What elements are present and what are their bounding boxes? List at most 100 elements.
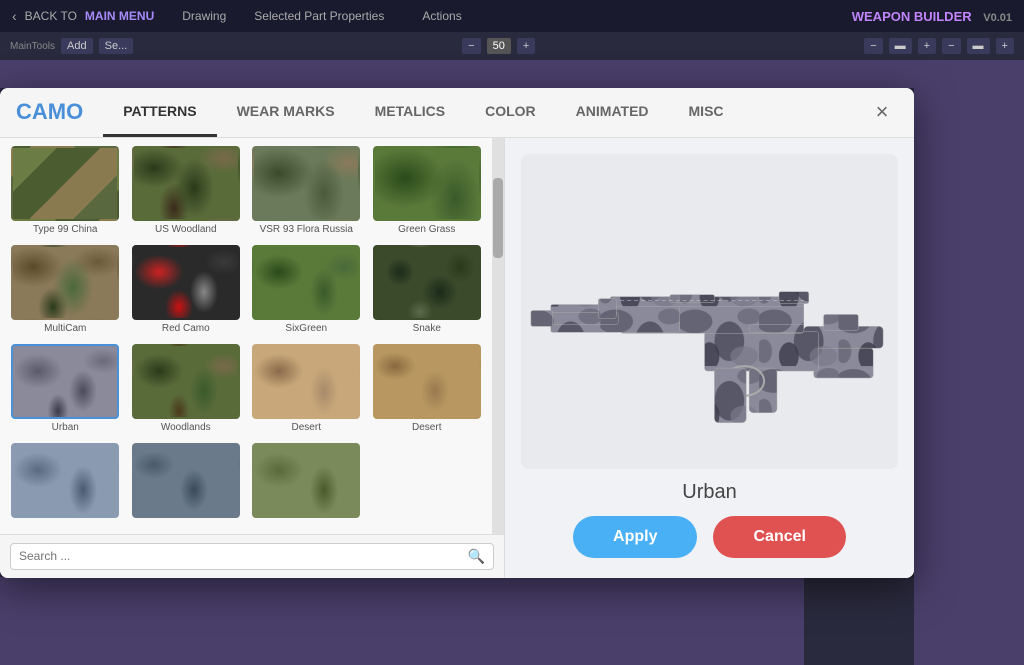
drawing-controls: − 50 + (462, 38, 535, 54)
properties-controls: − ▬ + − ▬ + (864, 38, 1014, 54)
pattern-item-woodlands[interactable]: Woodlands (129, 344, 244, 437)
main-tools-label: MainTools (10, 41, 55, 52)
modal-body: Type 99 China US Woodland VSR 93 Flora Rus… (0, 138, 914, 578)
pattern-item-greengrass[interactable]: Green Grass (370, 146, 485, 239)
pattern-item-desert2[interactable]: Desert (370, 344, 485, 437)
modal-overlay: CAMO PATTERNSWEAR MARKSMETALICSCOLORANIM… (0, 88, 914, 577)
pattern-thumb-sixgreen (252, 245, 360, 320)
pattern-item-sixgreen[interactable]: SixGreen (249, 245, 364, 338)
props-btn1[interactable]: ▬ (889, 38, 912, 54)
patterns-scroll: Type 99 China US Woodland VSR 93 Flora Rus… (0, 138, 504, 534)
pattern-item-snake[interactable]: Snake (370, 245, 485, 338)
top-bar: ‹ BACK TO MAIN MENU Drawing Selected Par… (0, 0, 1024, 32)
pattern-item-vsr93[interactable]: VSR 93 Flora Russia (249, 146, 364, 239)
pattern-label-desert2: Desert (412, 422, 441, 433)
pattern-thumb-snake (373, 245, 481, 320)
pattern-thumb-type99 (11, 146, 119, 221)
search-bar: 🔍 (0, 534, 504, 578)
props-plus2-btn[interactable]: + (996, 38, 1014, 54)
pattern-thumb-vsr93 (252, 146, 360, 221)
pattern-thumb-greengrass (373, 146, 481, 221)
top-bar-right: WEAPON BUILDER V0.01 (852, 9, 1012, 24)
top-bar-left: ‹ BACK TO MAIN MENU Drawing Selected Par… (12, 8, 492, 24)
apply-button[interactable]: Apply (573, 516, 697, 558)
pattern-item-type99[interactable]: Type 99 China (8, 146, 123, 239)
drawing-section: Drawing (182, 9, 226, 23)
tab-patterns[interactable]: PATTERNS (103, 88, 216, 137)
props-minus-btn[interactable]: − (864, 38, 882, 54)
main-tools-section: MainTools Add Se... (10, 38, 133, 54)
selected-part-label: Selected Part Properties (254, 9, 384, 23)
main-menu-link[interactable]: MAIN MENU (85, 9, 154, 23)
patterns-panel: Type 99 China US Woodland VSR 93 Flora Rus… (0, 138, 505, 578)
pattern-label-greengrass: Green Grass (398, 224, 455, 235)
drawing-label: Drawing (182, 9, 226, 23)
weapon-svg (521, 154, 898, 469)
scrollbar-thumb[interactable] (493, 178, 503, 258)
tab-metalics[interactable]: METALICS (355, 88, 466, 137)
pattern-label-vsr93: VSR 93 Flora Russia (260, 224, 353, 235)
props-plus-btn[interactable]: + (918, 38, 936, 54)
main-area: Shaded Recta...M4 Bolt #1Buffer TubeM4/M… (0, 88, 914, 577)
preview-panel: Urban Apply Cancel (505, 138, 914, 578)
actions-label: Actions (422, 9, 461, 23)
version-label: V0.01 (983, 12, 1012, 24)
props-minus2-btn[interactable]: − (942, 38, 960, 54)
pattern-label-type99: Type 99 China (33, 224, 98, 235)
drawing-plus-btn[interactable]: + (517, 38, 535, 54)
back-to-label: BACK TO (25, 9, 77, 23)
search-button[interactable]: 🔍 (468, 548, 485, 565)
pattern-item-uswoodland[interactable]: US Woodland (129, 146, 244, 239)
drawing-value: 50 (487, 38, 511, 54)
app-title: WEAPON BUILDER (852, 9, 972, 24)
preview-label: Urban (682, 481, 736, 504)
pattern-label-multicam: MultiCam (44, 323, 86, 334)
pattern-thumb-grey2 (132, 443, 240, 518)
tab-wear-marks[interactable]: WEAR MARKS (217, 88, 355, 137)
pattern-label-urban: Urban (52, 422, 79, 433)
tab-animated[interactable]: ANIMATED (556, 88, 669, 137)
tab-color[interactable]: COLOR (465, 88, 556, 137)
modal-title: CAMO (16, 99, 83, 125)
pattern-item-urban[interactable]: Urban (8, 344, 123, 437)
pattern-item-redcamo[interactable]: Red Camo (129, 245, 244, 338)
drawing-minus-btn[interactable]: − (462, 38, 480, 54)
back-arrow-icon[interactable]: ‹ (12, 8, 17, 24)
pattern-label-desert1: Desert (292, 422, 321, 433)
pattern-item-olive[interactable] (249, 443, 364, 525)
select-button[interactable]: Se... (99, 38, 134, 54)
tab-misc[interactable]: MISC (669, 88, 744, 137)
camo-modal: CAMO PATTERNSWEAR MARKSMETALICSCOLORANIM… (0, 88, 914, 578)
pattern-thumb-desert1 (252, 344, 360, 419)
patterns-grid: Type 99 China US Woodland VSR 93 Flora Rus… (0, 138, 492, 534)
pattern-thumb-redcamo (132, 245, 240, 320)
pattern-thumb-olive (252, 443, 360, 518)
pattern-thumb-urban (11, 344, 119, 419)
pattern-label-uswoodland: US Woodland (155, 224, 217, 235)
pattern-item-grey1[interactable] (8, 443, 123, 525)
pattern-label-woodlands: Woodlands (161, 422, 211, 433)
close-button[interactable]: × (866, 96, 898, 128)
search-input-wrap: 🔍 (10, 543, 494, 570)
pattern-label-redcamo: Red Camo (162, 323, 210, 334)
modal-header: CAMO PATTERNSWEAR MARKSMETALICSCOLORANIM… (0, 88, 914, 138)
pattern-item-desert1[interactable]: Desert (249, 344, 364, 437)
pattern-thumb-multicam (11, 245, 119, 320)
pattern-thumb-grey1 (11, 443, 119, 518)
pattern-label-snake: Snake (413, 323, 441, 334)
search-input[interactable] (19, 549, 468, 563)
pattern-item-multicam[interactable]: MultiCam (8, 245, 123, 338)
pattern-label-sixgreen: SixGreen (285, 323, 327, 334)
props-btn2[interactable]: ▬ (967, 38, 990, 54)
cancel-button[interactable]: Cancel (713, 516, 845, 558)
add-button[interactable]: Add (61, 38, 93, 54)
pattern-thumb-woodlands (132, 344, 240, 419)
pattern-item-grey2[interactable] (129, 443, 244, 525)
weapon-preview (521, 154, 898, 469)
modal-tabs: PATTERNSWEAR MARKSMETALICSCOLORANIMATEDM… (103, 88, 866, 137)
pattern-thumb-uswoodland (132, 146, 240, 221)
second-bar: MainTools Add Se... − 50 + − ▬ + − ▬ + (0, 32, 1024, 60)
scrollbar[interactable] (492, 138, 504, 534)
modal-actions: Apply Cancel (573, 516, 846, 562)
pattern-thumb-desert2 (373, 344, 481, 419)
